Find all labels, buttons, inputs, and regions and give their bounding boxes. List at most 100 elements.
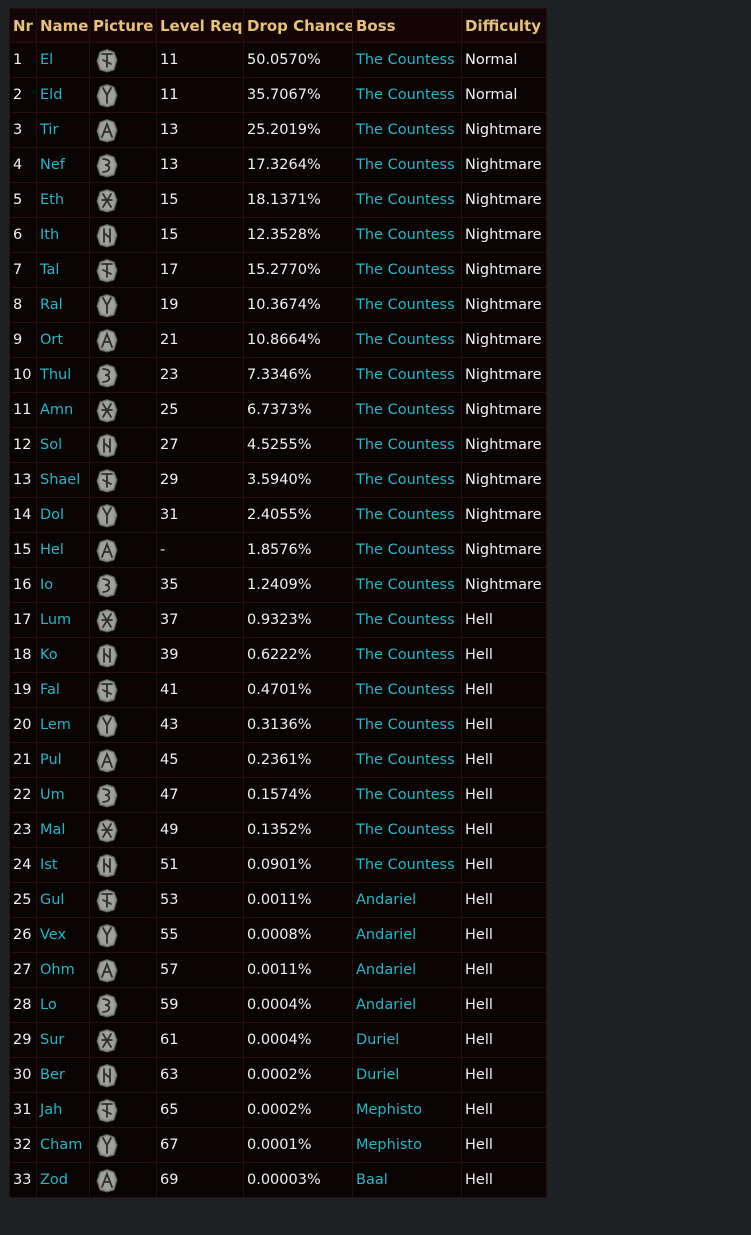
rune-name-link[interactable]: Tir	[40, 122, 58, 138]
ber-rune-icon[interactable]	[95, 1063, 119, 1088]
ist-rune-icon[interactable]	[95, 853, 119, 878]
rune-name-link[interactable]: Eld	[40, 87, 62, 103]
hel-rune-icon[interactable]	[95, 538, 119, 563]
rune-name-link[interactable]: Jah	[40, 1102, 62, 1118]
thul-rune-icon[interactable]	[95, 363, 119, 388]
table-row: 16 Io 35 1.2409% The Countess Nightmare	[9, 567, 547, 603]
lem-rune-icon[interactable]	[95, 713, 119, 738]
boss-link[interactable]: The Countess	[356, 542, 455, 558]
boss-link[interactable]: Andariel	[356, 892, 416, 908]
boss-link[interactable]: The Countess	[356, 577, 455, 593]
boss-link[interactable]: The Countess	[356, 402, 455, 418]
boss-link[interactable]: The Countess	[356, 857, 455, 873]
zod-rune-icon[interactable]	[95, 1168, 119, 1193]
tal-rune-icon[interactable]	[95, 258, 119, 283]
tir-rune-icon[interactable]	[95, 118, 119, 143]
boss-link[interactable]: The Countess	[356, 682, 455, 698]
boss-link[interactable]: The Countess	[356, 437, 455, 453]
lum-rune-icon[interactable]	[95, 608, 119, 633]
rune-name-link[interactable]: Shael	[40, 472, 80, 488]
rune-name-link[interactable]: Eth	[40, 192, 64, 208]
io-rune-icon[interactable]	[95, 573, 119, 598]
boss-link[interactable]: The Countess	[356, 122, 455, 138]
pul-rune-icon[interactable]	[95, 748, 119, 773]
rune-name-link[interactable]: Nef	[40, 157, 65, 173]
boss-link[interactable]: Mephisto	[356, 1102, 422, 1118]
rune-name-link[interactable]: Zod	[40, 1172, 68, 1188]
cham-rune-icon[interactable]	[95, 1133, 119, 1158]
dol-rune-icon[interactable]	[95, 503, 119, 528]
gul-rune-icon[interactable]	[95, 888, 119, 913]
boss-link[interactable]: The Countess	[356, 717, 455, 733]
rune-name-link[interactable]: Pul	[40, 752, 62, 768]
boss-link[interactable]: The Countess	[356, 332, 455, 348]
rune-name-link[interactable]: Ko	[40, 647, 58, 663]
um-rune-icon[interactable]	[95, 783, 119, 808]
rune-name-link[interactable]: Hel	[40, 542, 64, 558]
rune-name-link[interactable]: Lem	[40, 717, 71, 733]
rune-name-link[interactable]: Amn	[40, 402, 73, 418]
boss-link[interactable]: The Countess	[356, 87, 455, 103]
rune-name-link[interactable]: Ral	[40, 297, 63, 313]
boss-link[interactable]: The Countess	[356, 297, 455, 313]
rune-name-link[interactable]: Gul	[40, 892, 64, 908]
rune-name-link[interactable]: Vex	[40, 927, 66, 943]
rune-name-link[interactable]: Ohm	[40, 962, 75, 978]
rune-name-link[interactable]: Io	[40, 577, 53, 593]
rune-name-link[interactable]: Cham	[40, 1137, 82, 1153]
boss-link[interactable]: Duriel	[356, 1067, 399, 1083]
rune-name-link[interactable]: Lum	[40, 612, 71, 628]
boss-link[interactable]: Andariel	[356, 927, 416, 943]
el-rune-icon[interactable]	[95, 48, 119, 73]
ohm-rune-icon[interactable]	[95, 958, 119, 983]
sur-rune-icon[interactable]	[95, 1028, 119, 1053]
boss-link[interactable]: The Countess	[356, 787, 455, 803]
nef-rune-icon[interactable]	[95, 153, 119, 178]
ith-rune-icon[interactable]	[95, 223, 119, 248]
rune-name-link[interactable]: Thul	[40, 367, 71, 383]
boss-link[interactable]: The Countess	[356, 507, 455, 523]
rune-name-link[interactable]: Sur	[40, 1032, 64, 1048]
sol-rune-icon[interactable]	[95, 433, 119, 458]
fal-rune-icon[interactable]	[95, 678, 119, 703]
rune-name-link[interactable]: Dol	[40, 507, 64, 523]
boss-link[interactable]: The Countess	[356, 157, 455, 173]
rune-name-link[interactable]: Ort	[40, 332, 63, 348]
boss-link[interactable]: Andariel	[356, 997, 416, 1013]
rune-name-link[interactable]: Mal	[40, 822, 65, 838]
boss-link[interactable]: The Countess	[356, 367, 455, 383]
boss-link[interactable]: The Countess	[356, 647, 455, 663]
boss-link[interactable]: The Countess	[356, 262, 455, 278]
boss-link[interactable]: The Countess	[356, 752, 455, 768]
boss-link[interactable]: The Countess	[356, 227, 455, 243]
shael-rune-icon[interactable]	[95, 468, 119, 493]
mal-rune-icon[interactable]	[95, 818, 119, 843]
boss-link[interactable]: The Countess	[356, 52, 455, 68]
boss-link[interactable]: The Countess	[356, 192, 455, 208]
rune-name-link[interactable]: Ith	[40, 227, 59, 243]
boss-link[interactable]: Mephisto	[356, 1137, 422, 1153]
boss-link[interactable]: Duriel	[356, 1032, 399, 1048]
amn-rune-icon[interactable]	[95, 398, 119, 423]
ral-rune-icon[interactable]	[95, 293, 119, 318]
rune-name-link[interactable]: Sol	[40, 437, 62, 453]
rune-name-link[interactable]: Lo	[40, 997, 57, 1013]
eld-rune-icon[interactable]	[95, 83, 119, 108]
boss-link[interactable]: Andariel	[356, 962, 416, 978]
boss-link[interactable]: The Countess	[356, 822, 455, 838]
ort-rune-icon[interactable]	[95, 328, 119, 353]
rune-name-link[interactable]: Ber	[40, 1067, 65, 1083]
jah-rune-icon[interactable]	[95, 1098, 119, 1123]
rune-name-link[interactable]: Ist	[40, 857, 58, 873]
rune-name-link[interactable]: Tal	[40, 262, 59, 278]
rune-name-link[interactable]: El	[40, 52, 53, 68]
rune-name-link[interactable]: Um	[40, 787, 65, 803]
ko-rune-icon[interactable]	[95, 643, 119, 668]
boss-link[interactable]: The Countess	[356, 612, 455, 628]
rune-name-link[interactable]: Fal	[40, 682, 60, 698]
boss-link[interactable]: Baal	[356, 1172, 388, 1188]
boss-link[interactable]: The Countess	[356, 472, 455, 488]
eth-rune-icon[interactable]	[95, 188, 119, 213]
lo-rune-icon[interactable]	[95, 993, 119, 1018]
vex-rune-icon[interactable]	[95, 923, 119, 948]
